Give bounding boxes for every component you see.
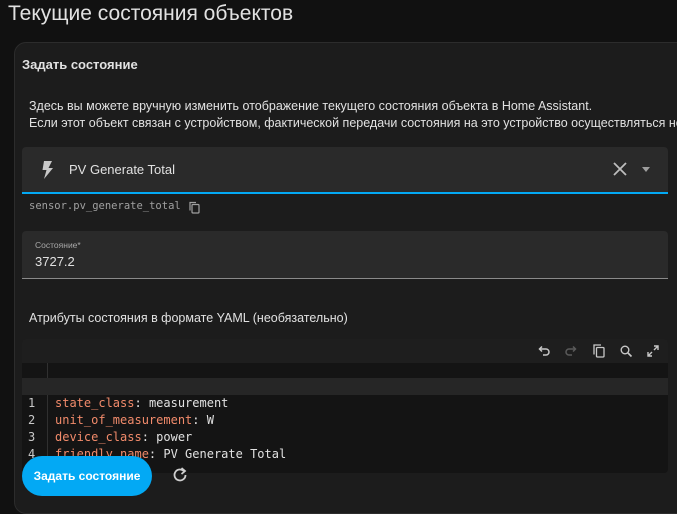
code-line[interactable]: 2 unit_of_measurement: W [22, 395, 668, 427]
state-label: Состояние* [35, 240, 81, 250]
set-state-card: Задать состояние Здесь вы можете вручную… [14, 42, 677, 514]
state-input[interactable]: Состояние* 3727.2 [22, 231, 668, 279]
code-line[interactable]: 1 state_class: measurement [22, 378, 668, 410]
code-line[interactable]: 4 friendly_name: PV Generate Total [22, 429, 668, 461]
refresh-icon[interactable] [170, 465, 190, 485]
copy-icon[interactable] [592, 344, 606, 358]
state-value: 3727.2 [35, 254, 75, 269]
attributes-label: Атрибуты состояния в формате YAML (необя… [29, 311, 348, 325]
yaml-editor[interactable]: 1 state_class: measurement 2 unit_of_measu… [22, 339, 668, 473]
code-line[interactable]: 3 device_class: power [22, 412, 668, 444]
editor-toolbar [22, 339, 668, 363]
description-line-2: Если этот объект связан с устройством, ф… [29, 116, 677, 130]
search-replace-icon[interactable] [619, 344, 633, 358]
set-state-button[interactable]: Задать состояние [22, 456, 152, 496]
entity-picker[interactable]: PV Generate Total [22, 147, 668, 194]
copy-icon[interactable] [188, 201, 200, 214]
redo-icon[interactable] [564, 344, 578, 358]
chevron-down-icon[interactable] [642, 167, 650, 172]
page-title: Текущие состояния объектов [8, 2, 294, 25]
undo-icon[interactable] [537, 344, 551, 358]
entity-picker-value: PV Generate Total [69, 162, 175, 177]
entity-id: sensor.pv_generate_total [29, 200, 181, 212]
description-line-1: Здесь вы можете вручную изменить отображ… [29, 99, 593, 113]
card-title: Задать состояние [22, 57, 138, 72]
flash-icon [42, 161, 53, 179]
close-icon[interactable] [612, 161, 628, 177]
fullscreen-icon[interactable] [646, 344, 660, 358]
description: Здесь вы можете вручную изменить отображ… [29, 98, 677, 132]
